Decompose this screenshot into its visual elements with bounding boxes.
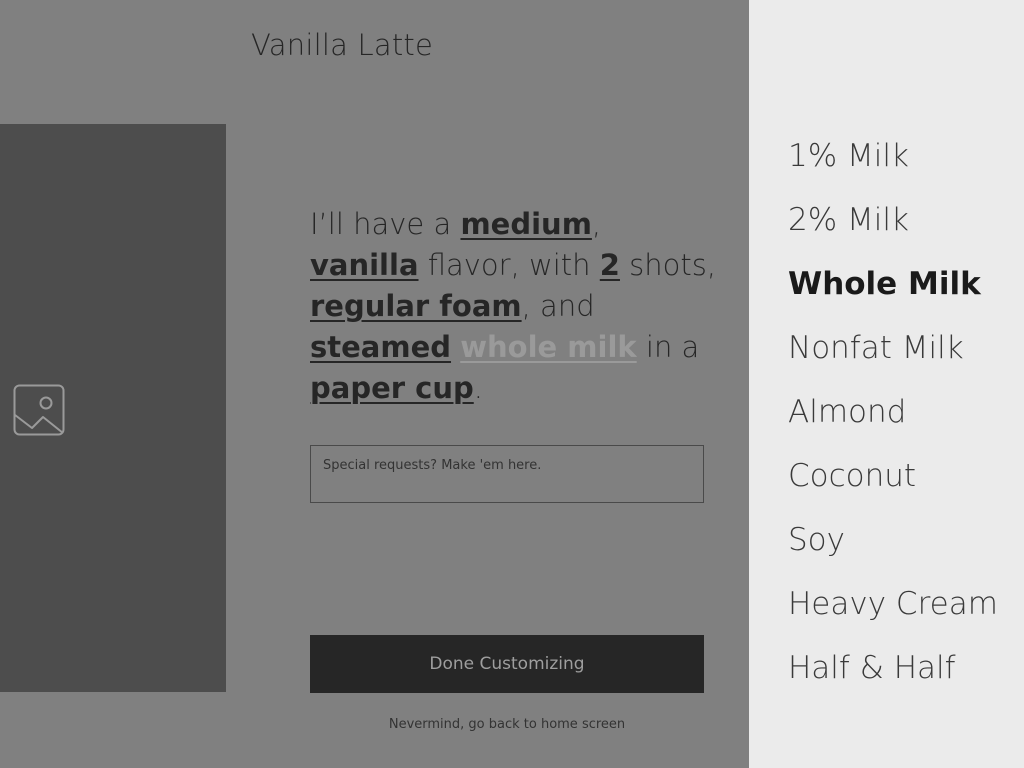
order-sentence: I’ll have a medium, vanilla flavor, with …: [310, 204, 720, 409]
special-requests-input[interactable]: [310, 445, 704, 503]
temperature-option[interactable]: steamed: [310, 330, 451, 364]
sentence-text: .: [473, 371, 483, 405]
sentence-text: I’ll have a: [310, 207, 461, 241]
milk-option-item[interactable]: Coconut: [788, 444, 998, 508]
milk-option[interactable]: whole milk: [460, 330, 636, 364]
milk-picker-panel: 1% Milk 2% Milk Whole Milk Nonfat Milk A…: [749, 0, 1024, 768]
image-placeholder-icon: [13, 384, 65, 436]
order-customization-screen: Vanilla Latte I’ll have a medium, vanilla…: [0, 0, 749, 768]
foam-option[interactable]: regular foam: [310, 289, 522, 323]
milk-option-item[interactable]: Half & Half: [788, 636, 998, 700]
sentence-text: [451, 330, 460, 364]
flavor-option[interactable]: vanilla: [310, 248, 419, 282]
product-title: Vanilla Latte: [251, 28, 434, 62]
back-to-home-link[interactable]: Nevermind, go back to home screen: [310, 717, 704, 732]
sentence-text: flavor, with: [418, 248, 600, 282]
milk-option-item[interactable]: 2% Milk: [788, 188, 998, 252]
shots-option[interactable]: 2: [600, 248, 620, 282]
milk-option-item[interactable]: Nonfat Milk: [788, 316, 998, 380]
milk-option-item[interactable]: Whole Milk: [788, 252, 998, 316]
sentence-text: in a: [636, 330, 700, 364]
milk-option-item[interactable]: Heavy Cream: [788, 572, 998, 636]
milk-option-item[interactable]: Soy: [788, 508, 998, 572]
sentence-text: ,: [591, 207, 602, 241]
done-customizing-button[interactable]: Done Customizing: [310, 635, 704, 693]
milk-option-item[interactable]: 1% Milk: [788, 124, 998, 188]
milk-options-list: 1% Milk 2% Milk Whole Milk Nonfat Milk A…: [788, 124, 998, 700]
sentence-text: , and: [521, 289, 595, 323]
sentence-text: shots,: [619, 248, 717, 282]
cup-option[interactable]: paper cup: [310, 371, 474, 405]
size-option[interactable]: medium: [460, 207, 591, 241]
milk-option-item[interactable]: Almond: [788, 380, 998, 444]
